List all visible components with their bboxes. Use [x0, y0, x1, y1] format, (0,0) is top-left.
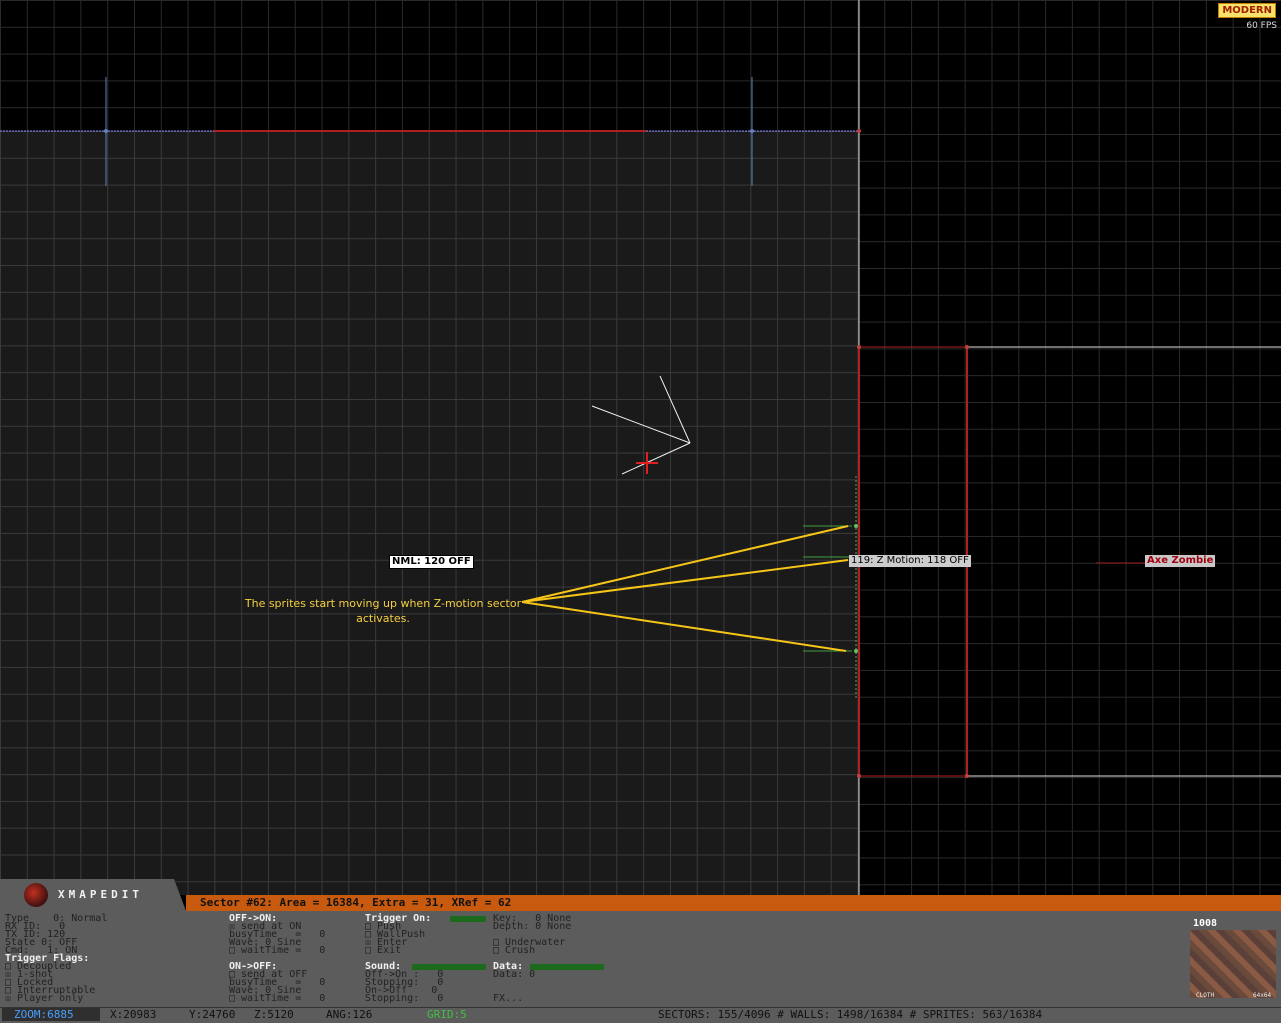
x-readout: X:20983	[110, 1008, 157, 1021]
camera-line	[621, 442, 691, 475]
sprite-dot	[854, 649, 858, 653]
properties-panel	[0, 911, 1281, 1007]
grid-readout: GRID:5	[427, 1008, 467, 1021]
sector-tag-zmotion[interactable]: 119: Z Motion: 118 OFF	[849, 555, 971, 567]
trigger-exit[interactable]: □ Exit	[365, 946, 401, 956]
off-on-waittime[interactable]: □ waitTime = 0	[229, 946, 325, 956]
on-off-waittime[interactable]: □ waitTime = 0	[229, 994, 325, 1004]
camera-line	[591, 405, 691, 444]
y-readout: Y:24760	[189, 1008, 236, 1021]
flag-player-only[interactable]: ☒ Player only	[5, 994, 83, 1004]
sector-info-text: Sector #62: Area = 16384, Extra = 31, XR…	[200, 896, 512, 909]
data-bar	[530, 964, 604, 970]
trigger-on-bar	[450, 916, 486, 922]
annotation-arrow	[521, 559, 849, 603]
texture-number: 1008	[1193, 918, 1218, 929]
fps-counter: 60 FPS	[1246, 21, 1277, 31]
data-value[interactable]: Data: 0	[493, 970, 535, 980]
vertex	[965, 774, 969, 778]
sprite-tag-nml[interactable]: NML: 120 OFF	[389, 555, 474, 569]
sprite-tag-axe-zombie[interactable]: Axe Zombie	[1145, 555, 1216, 567]
sprite-marker-right-dot	[750, 129, 754, 133]
vertex	[857, 774, 861, 778]
vertex	[857, 129, 861, 133]
zoom-readout: ZOOM:6885	[14, 1008, 74, 1021]
prop-depth[interactable]: Depth: 0 None	[493, 922, 571, 932]
map-counts: SECTORS: 155/4096 # WALLS: 1498/16384 # …	[658, 1008, 1043, 1021]
texture-name: CLOTH	[1196, 992, 1215, 999]
annotation-arrow	[521, 601, 847, 652]
annotation-arrow	[521, 525, 849, 603]
texture-size: 64x64	[1253, 992, 1272, 999]
env-crush[interactable]: □ Crush	[493, 946, 535, 956]
texture-preview[interactable]	[1190, 930, 1276, 998]
app-logo-icon	[24, 883, 48, 907]
xmapedit-window: { "top_right": {"mode_badge": "MODERN", …	[0, 0, 1281, 1023]
vertex	[857, 345, 861, 349]
vertex	[965, 345, 969, 349]
map-annotation-note: The sprites start moving up when Z-motio…	[244, 597, 522, 625]
angle-readout: ANG:126	[326, 1008, 373, 1021]
z-readout: Z:5120	[254, 1008, 294, 1021]
mode-badge: MODERN	[1218, 3, 1276, 18]
sound-stopping-2[interactable]: Stopping: 0	[365, 994, 443, 1004]
map-geometry[interactable]	[0, 0, 1281, 895]
sprite-dot	[854, 524, 858, 528]
fx-button[interactable]: FX...	[493, 994, 523, 1004]
sprite-marker-left-dot	[104, 129, 108, 133]
app-logo-text: XMAPEDIT	[58, 888, 143, 901]
